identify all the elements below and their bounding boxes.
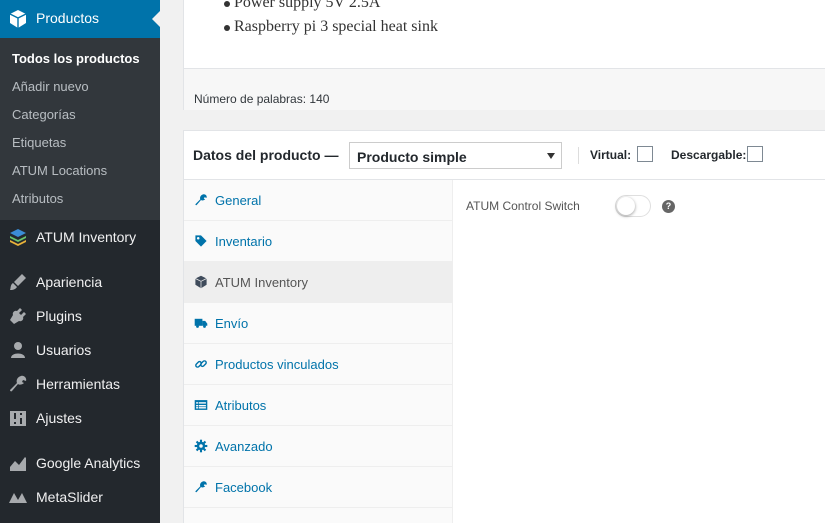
product-type-select[interactable]: Producto simple — [349, 142, 562, 169]
atum-control-switch-toggle[interactable] — [615, 195, 651, 217]
menu-item-productos[interactable]: Productos — [0, 0, 160, 38]
word-count: Número de palabras: 140 — [194, 92, 330, 106]
metaslider-icon — [8, 487, 28, 507]
editor-content[interactable]: Power supply 5V 2.5A Raspberry pi 3 spec… — [184, 0, 825, 68]
atum-cube-icon — [194, 275, 208, 289]
description-editor: Power supply 5V 2.5A Raspberry pi 3 spec… — [183, 0, 825, 110]
menu-item-apariencia[interactable]: Apariencia — [0, 265, 160, 299]
tab-advanced[interactable]: Avanzado — [184, 426, 453, 467]
submenu-item-categories[interactable]: Categorías — [12, 107, 76, 122]
atum-control-switch-label: ATUM Control Switch — [466, 199, 580, 213]
submenu-item-add-new[interactable]: Añadir nuevo — [12, 79, 89, 94]
tab-label: Avanzado — [215, 439, 273, 454]
menu-item-herramientas[interactable]: Herramientas — [0, 367, 160, 401]
menu-label: Apariencia — [36, 274, 103, 290]
user-icon — [8, 340, 28, 360]
submenu-item-attributes[interactable]: Atributos — [12, 191, 63, 206]
tab-label: Facebook — [215, 480, 273, 495]
submenu-item-atum-locations[interactable]: ATUM Locations — [12, 163, 107, 178]
chevron-down-icon — [547, 153, 555, 159]
menu-label: Productos — [36, 10, 100, 26]
tab-envio[interactable]: Envío — [184, 303, 453, 344]
wrench-icon — [8, 374, 28, 394]
menu-item-atum-inventory[interactable]: ATUM Inventory — [0, 220, 160, 254]
downloadable-label: Descargable: — [671, 148, 747, 162]
submenu-item-tags[interactable]: Etiquetas — [12, 135, 66, 150]
current-menu-arrow — [152, 11, 160, 27]
help-icon[interactable]: ? — [662, 200, 675, 213]
editor-status-bar: Número de palabras: 140 — [184, 68, 825, 110]
wrench-icon — [194, 480, 208, 494]
menu-label: Google Analytics — [36, 455, 141, 471]
products-box-icon — [8, 9, 28, 29]
bullet-dot — [224, 1, 230, 7]
tag-icon — [194, 234, 208, 248]
divider — [578, 147, 579, 164]
tab-label: ATUM Inventory — [215, 275, 308, 290]
tab-inventario[interactable]: Inventario — [184, 221, 453, 262]
products-submenu: Todos los productos Añadir nuevo Categor… — [0, 38, 160, 220]
tab-label: Productos vinculados — [215, 357, 339, 372]
downloadable-checkbox[interactable] — [747, 146, 763, 162]
virtual-checkbox[interactable] — [637, 146, 653, 162]
list-table-icon — [194, 398, 208, 412]
truck-icon — [194, 316, 208, 330]
tab-attributes[interactable]: Atributos — [184, 385, 453, 426]
tab-label: General — [215, 193, 262, 208]
product-data-box: Datos del producto — Producto simple Vir… — [183, 130, 825, 523]
product-data-header: Datos del producto — Producto simple Vir… — [184, 131, 825, 180]
tab-label: Atributos — [215, 398, 267, 413]
analytics-chart-icon — [8, 453, 28, 473]
product-data-tabs: General Inventario ATUM Inventory Envío … — [184, 180, 453, 523]
menu-label: Plugins — [36, 308, 82, 324]
menu-label: Ajustes — [36, 410, 82, 426]
menu-item-metaslider[interactable]: MetaSlider — [0, 480, 160, 514]
product-type-value: Producto simple — [357, 149, 467, 165]
menu-item-plugins[interactable]: Plugins — [0, 299, 160, 333]
tab-linked-products[interactable]: Productos vinculados — [184, 344, 453, 385]
menu-label: Herramientas — [36, 376, 121, 392]
tab-label: Inventario — [215, 234, 273, 249]
atum-inventory-panel: ATUM Control Switch ? — [454, 180, 825, 523]
menu-item-usuarios[interactable]: Usuarios — [0, 333, 160, 367]
toggle-knob — [617, 197, 635, 215]
menu-label: MetaSlider — [36, 489, 103, 505]
tab-label: Envío — [215, 316, 249, 331]
product-data-title: Datos del producto — — [193, 147, 339, 163]
menu-item-ajustes[interactable]: Ajustes — [0, 401, 160, 435]
menu-item-google-analytics[interactable]: Google Analytics — [0, 446, 160, 480]
tab-facebook[interactable]: Facebook — [184, 467, 453, 508]
virtual-label: Virtual: — [590, 148, 632, 162]
plug-icon — [8, 306, 28, 326]
admin-sidebar: Productos Todos los productos Añadir nue… — [0, 0, 160, 523]
bullet-dot — [224, 25, 230, 31]
gear-icon — [194, 439, 208, 453]
menu-label: Usuarios — [36, 342, 92, 358]
atum-layers-icon — [8, 227, 28, 247]
tab-general[interactable]: General — [184, 180, 453, 221]
submenu-item-all-products[interactable]: Todos los productos — [12, 51, 140, 66]
link-icon — [194, 357, 208, 371]
tab-atum-inventory[interactable]: ATUM Inventory — [184, 262, 453, 303]
bullet-text: Power supply 5V 2.5A — [234, 0, 381, 11]
settings-sliders-icon — [8, 408, 28, 428]
paintbrush-icon — [8, 272, 28, 292]
menu-label: ATUM Inventory — [36, 229, 137, 245]
wrench-icon — [194, 193, 208, 207]
bullet-text: Raspberry pi 3 special heat sink — [234, 18, 438, 35]
